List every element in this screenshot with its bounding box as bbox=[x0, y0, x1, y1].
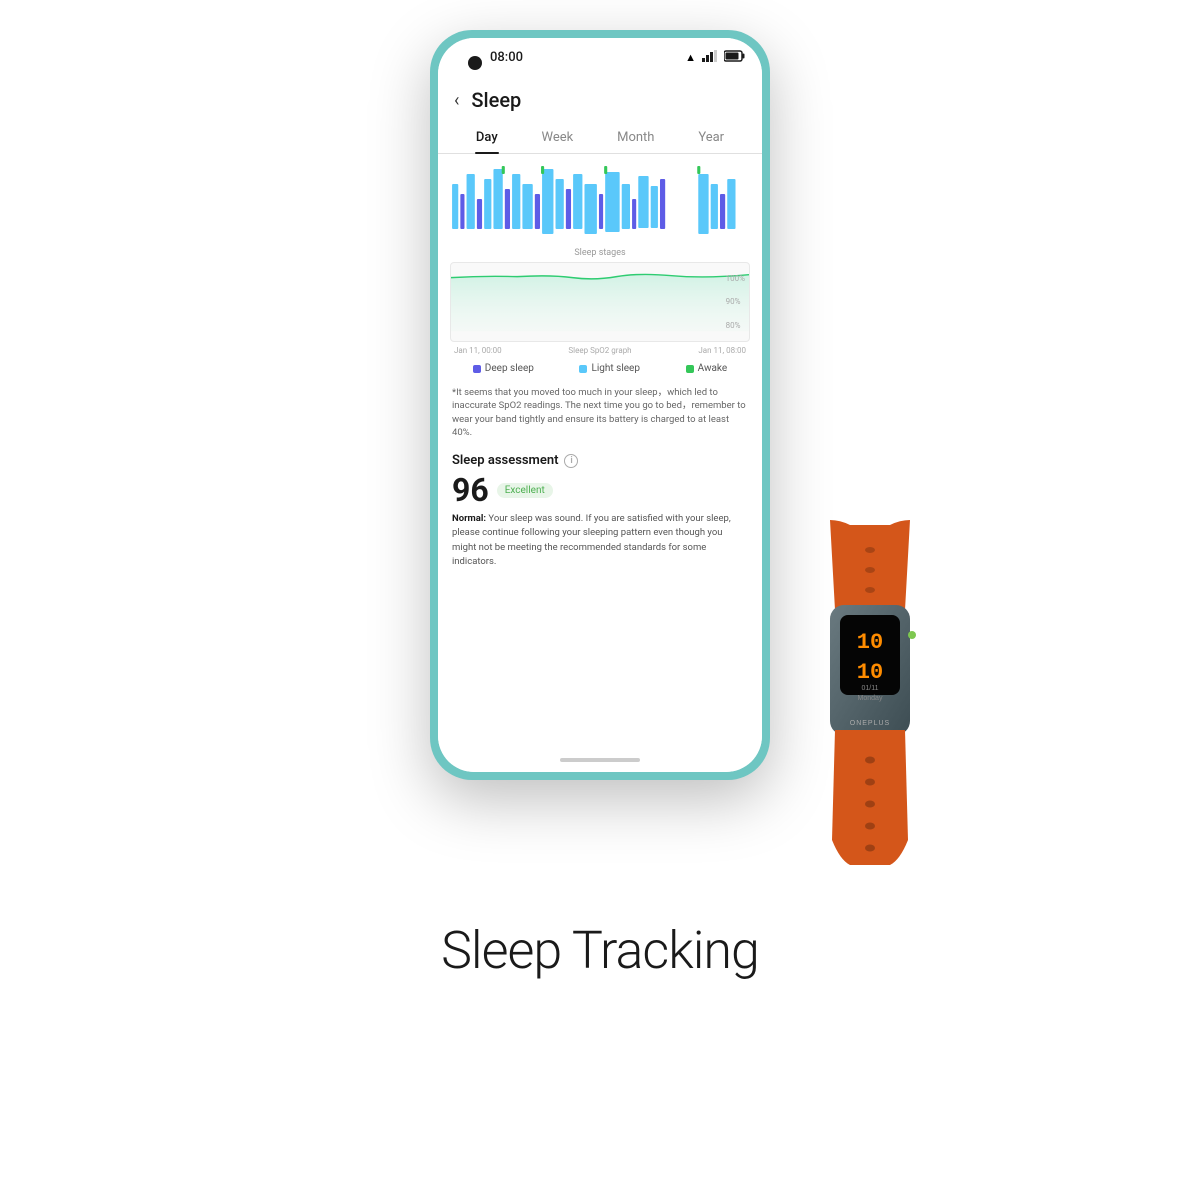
spo2-80: 80% bbox=[726, 321, 745, 330]
legend-row: Deep sleep Light sleep Awake bbox=[438, 357, 762, 380]
legend-deep-sleep: Deep sleep bbox=[473, 363, 534, 374]
spo2-graph-label: Sleep SpO2 graph bbox=[568, 346, 631, 355]
spo2-100: 100% bbox=[726, 274, 745, 283]
page-wrapper: 08:00 ▲ bbox=[0, 0, 1200, 1200]
assessment-section: Sleep assessment i 96 Excellent Normal: … bbox=[438, 445, 762, 573]
sleep-stages-chart bbox=[450, 164, 750, 244]
awake-dot bbox=[686, 365, 694, 373]
wifi-icon: ▲ bbox=[685, 51, 696, 64]
svg-text:10: 10 bbox=[857, 660, 883, 685]
status-bar: 08:00 ▲ bbox=[438, 38, 762, 76]
tab-day[interactable]: Day bbox=[466, 124, 508, 153]
status-icons: ▲ bbox=[685, 50, 746, 65]
spo2-start-label: Jan 11, 00:00 bbox=[454, 346, 502, 355]
assessment-title: Sleep assessment i bbox=[452, 453, 748, 468]
page-main-title: Sleep Tracking bbox=[441, 920, 759, 981]
spo2-labels: Jan 11, 00:00 Sleep SpO2 graph Jan 11, 0… bbox=[450, 346, 750, 355]
awake-label: Awake bbox=[698, 363, 728, 374]
deep-sleep-label: Deep sleep bbox=[485, 363, 534, 374]
app-title: Sleep bbox=[471, 88, 521, 112]
spo2-right-labels: 100% 90% 80% bbox=[726, 263, 745, 341]
svg-text:01/11: 01/11 bbox=[862, 685, 879, 692]
sleep-stages-label: Sleep stages bbox=[450, 248, 750, 258]
svg-text:10: 10 bbox=[857, 630, 883, 655]
tabs-row: Day Week Month Year bbox=[438, 120, 762, 154]
svg-text:ONEPLUS: ONEPLUS bbox=[850, 720, 890, 727]
status-time: 08:00 bbox=[490, 50, 523, 65]
spo2-end-label: Jan 11, 08:00 bbox=[698, 346, 746, 355]
spo2-90: 90% bbox=[726, 297, 745, 306]
charts-area: Sleep stages bbox=[438, 154, 762, 355]
svg-text:Monday: Monday bbox=[858, 695, 883, 702]
deep-sleep-dot bbox=[473, 365, 481, 373]
legend-light-sleep: Light sleep bbox=[579, 363, 640, 374]
light-sleep-dot bbox=[579, 365, 587, 373]
page-title-section: Sleep Tracking bbox=[441, 900, 759, 991]
phone: 08:00 ▲ bbox=[430, 30, 770, 780]
spo2-chart: 100% 90% 80% bbox=[450, 262, 750, 342]
score-badge: Excellent bbox=[497, 483, 553, 498]
tab-week[interactable]: Week bbox=[532, 124, 584, 153]
app-header: ‹ Sleep bbox=[438, 76, 762, 120]
devices-container: 08:00 ▲ bbox=[200, 30, 1000, 900]
score-row: 96 Excellent bbox=[452, 474, 748, 506]
screen-content: ‹ Sleep Day Week Month bbox=[438, 76, 762, 772]
back-button[interactable]: ‹ bbox=[454, 90, 459, 111]
light-sleep-label: Light sleep bbox=[591, 363, 640, 374]
fitness-band: 10 10 01/11 Monday ONEPLUS bbox=[760, 520, 980, 900]
tab-year[interactable]: Year bbox=[688, 124, 734, 153]
info-text: *It seems that you moved too much in you… bbox=[438, 380, 762, 445]
camera-hole bbox=[468, 56, 482, 70]
score-number: 96 bbox=[452, 474, 489, 506]
tab-month[interactable]: Month bbox=[607, 124, 664, 153]
info-icon[interactable]: i bbox=[564, 454, 578, 468]
battery-icon bbox=[724, 50, 746, 65]
signal-icon bbox=[702, 50, 718, 65]
spo2-chart-wrapper: 100% 90% 80% Jan 11, 00:00 Sleep SpO2 gr… bbox=[450, 262, 750, 355]
legend-awake: Awake bbox=[686, 363, 728, 374]
assessment-desc: Normal: Your sleep was sound. If you are… bbox=[452, 512, 748, 569]
phone-screen: 08:00 ▲ bbox=[438, 38, 762, 772]
bottom-nav-bar bbox=[560, 758, 640, 762]
